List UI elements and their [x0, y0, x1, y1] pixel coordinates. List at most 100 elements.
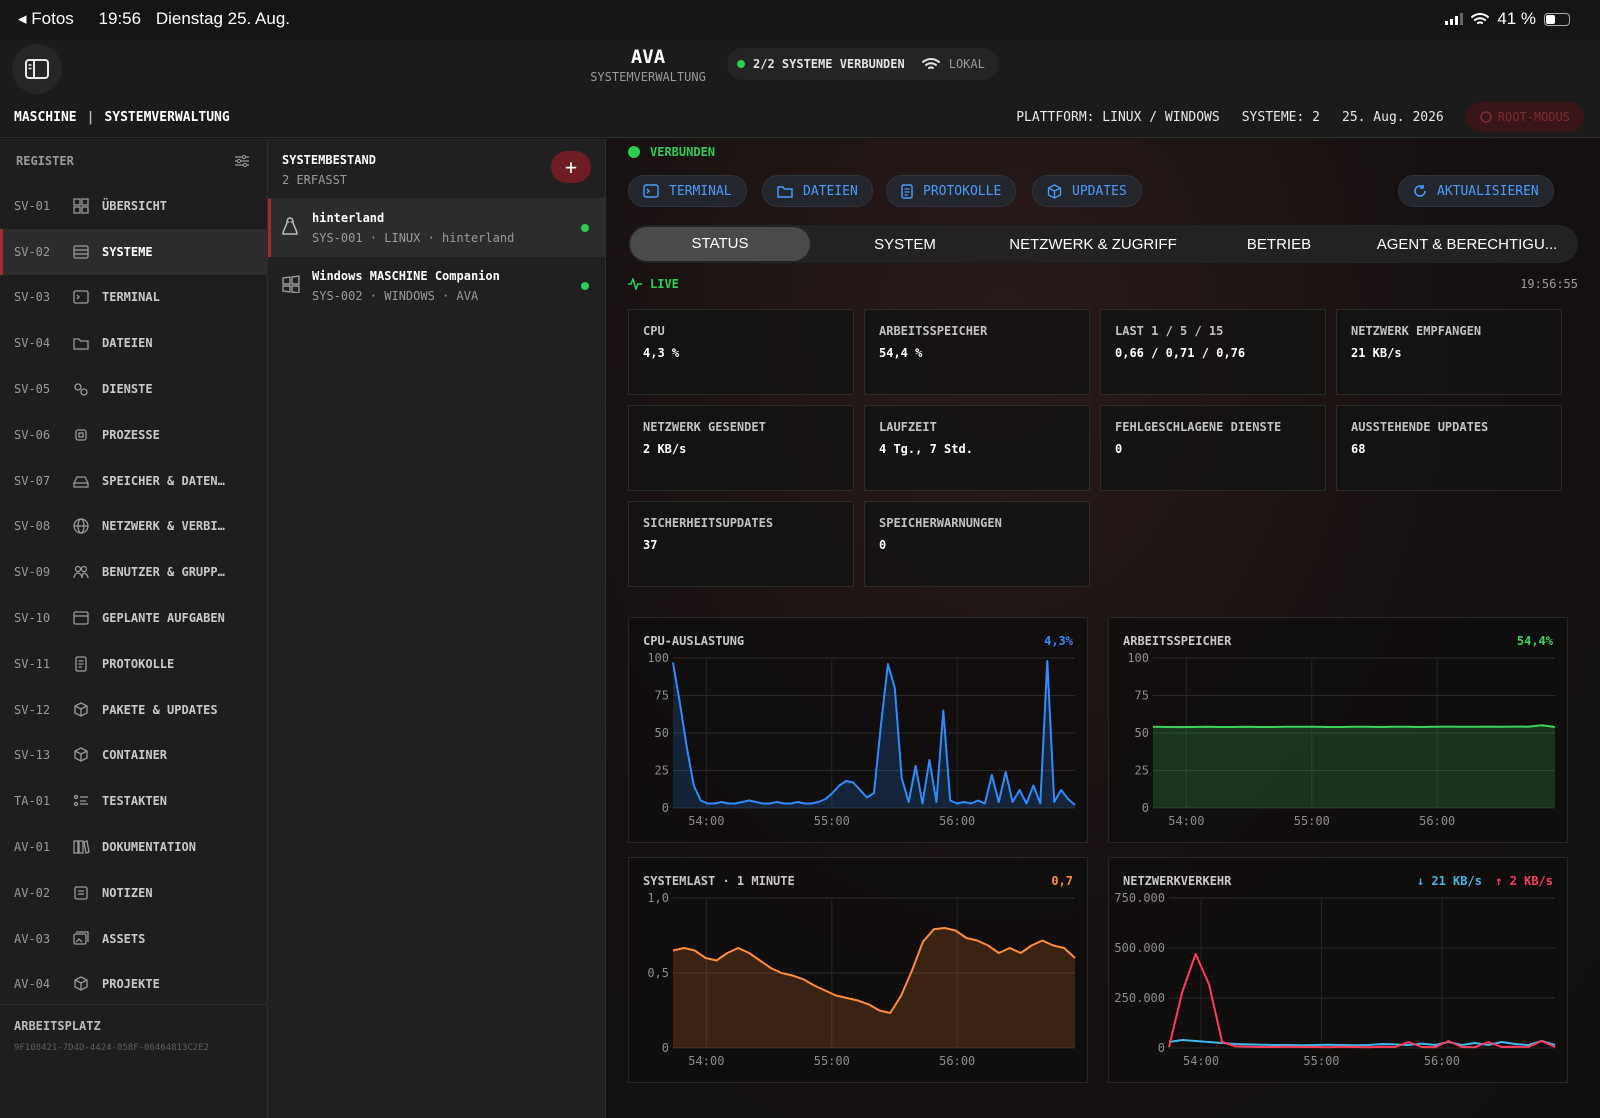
metric-card: ARBEITSSPEICHER 54,4 %	[864, 309, 1090, 395]
x-tick-label: 56:00	[939, 814, 975, 828]
online-dot-icon	[581, 224, 589, 232]
sidebar-item-label: DOKUMENTATION	[102, 840, 196, 855]
x-tick-label: 56:00	[1419, 814, 1455, 828]
tab-operation[interactable]: BETRIEB	[1186, 236, 1372, 253]
folder-icon	[72, 334, 102, 352]
sidebar-item-ta-01[interactable]: TA-01 TESTAKTEN	[0, 778, 267, 824]
breadcrumb-separator: |	[86, 110, 95, 125]
sidebar-item-av-04[interactable]: AV-04 PROJEKTE	[0, 962, 267, 1008]
tab-network-access[interactable]: NETZWERK & ZUGRIFF	[1000, 236, 1186, 253]
sidebar-item-sv-07[interactable]: SV-07 SPEICHER & DATEN…	[0, 458, 267, 504]
sidebar-item-sv-09[interactable]: SV-09 BENUTZER & GRUPP…	[0, 549, 267, 595]
memory-chart-plot: 0 25 50 75 100 54:00 55:00 56:00	[1127, 651, 1556, 828]
linux-icon	[282, 217, 298, 235]
sidebar-item-label: CONTAINER	[102, 748, 168, 763]
sidebar-item-sv-06[interactable]: SV-06 PROZESSE	[0, 412, 267, 458]
metric-value: 0	[879, 538, 887, 552]
systems-title: SYSTEMBESTAND	[282, 153, 376, 167]
last-update-time: 19:56:55	[1520, 277, 1578, 291]
metric-label: NETZWERK EMPFANGEN	[1351, 324, 1482, 338]
systems-header: SYSTEMBESTAND 2 ERFASST +	[268, 139, 605, 199]
sidebar-item-sv-01[interactable]: SV-01 ÜBERSICHT	[0, 183, 267, 229]
sliders-icon[interactable]	[235, 155, 249, 167]
system-detail: VERBUNDEN TERMINAL DATEIEN PROTOKOLLE UP…	[606, 139, 1600, 1118]
network-chart: NETZWERKVERKEHR ↓ 21 KB/s ↑ 2 KB/s 0 250.…	[1108, 857, 1568, 1083]
metric-label: AUSSTEHENDE UPDATES	[1351, 420, 1489, 434]
back-to-photos-link[interactable]: ◂ Fotos	[18, 9, 84, 28]
system-item-windows[interactable]: Windows MASCHINE Companion SYS-002 · WIN…	[268, 257, 605, 315]
series-line	[1168, 953, 1556, 1049]
network-mode: LOKAL	[948, 57, 985, 71]
sidebar-item-sv-04[interactable]: SV-04 DATEIEN	[0, 320, 267, 366]
cpu-icon	[72, 426, 102, 444]
terminal-label: TERMINAL	[669, 183, 732, 199]
terminal-button[interactable]: TERMINAL	[628, 175, 747, 207]
sidebar-item-sv-10[interactable]: SV-10 GEPLANTE AUFGABEN	[0, 595, 267, 641]
system-meta: SYS-001 · LINUX · hinterland	[312, 231, 515, 245]
updates-button[interactable]: UPDATES	[1032, 175, 1142, 207]
tab-system[interactable]: SYSTEM	[810, 236, 1000, 253]
x-tick-label: 56:00	[1424, 1054, 1460, 1068]
x-tick-label: 54:00	[688, 1054, 724, 1068]
app-subtitle: SYSTEMVERWALTUNG	[590, 70, 706, 84]
sidebar-item-code: SV-02	[14, 244, 51, 259]
wifi-icon	[921, 58, 940, 69]
box-icon	[72, 975, 102, 993]
system-item-hinterland[interactable]: hinterland SYS-001 · LINUX · hinterland	[268, 199, 605, 257]
logs-button[interactable]: PROTOKOLLE	[886, 175, 1017, 207]
sidebar-item-code: AV-03	[14, 931, 51, 946]
connection-status: VERBUNDEN	[628, 145, 715, 159]
tab-agent-permissions[interactable]: AGENT & BERECHTIGU...	[1372, 236, 1562, 253]
sidebar-item-code: AV-01	[14, 840, 51, 855]
connected-dot-icon	[628, 146, 640, 158]
cpu-chart-plot: 0 25 50 75 100 54:00 55:00 56:00	[647, 651, 1076, 828]
updates-label: UPDATES	[1072, 183, 1127, 199]
y-tick-label: 50	[655, 726, 669, 740]
cube-icon	[72, 746, 102, 764]
sidebar-item-sv-11[interactable]: SV-11 PROTOKOLLE	[0, 641, 267, 687]
calendar-icon	[72, 609, 102, 627]
x-tick-label: 54:00	[1168, 814, 1204, 828]
add-system-button[interactable]: +	[551, 151, 591, 183]
sidebar-item-sv-12[interactable]: SV-12 PAKETE & UPDATES	[0, 687, 267, 733]
sidebar-item-sv-02[interactable]: SV-02 SYSTEME	[0, 228, 267, 275]
log-icon	[72, 655, 102, 673]
system-name: hinterland	[312, 211, 385, 225]
sidebar-item-sv-03[interactable]: SV-03 TERMINAL	[0, 275, 267, 321]
connection-status-pill[interactable]: 2/2 SYSTEME VERBUNDEN LOKAL	[727, 48, 999, 80]
sidebar-item-av-01[interactable]: AV-01 DOKUMENTATION	[0, 824, 267, 870]
root-mode-button[interactable]: ROOT-MODUS	[1465, 102, 1584, 132]
sidebar-toggle-button[interactable]	[12, 44, 62, 94]
sidebar-item-code: SV-11	[14, 656, 51, 671]
y-tick-label: 100	[647, 651, 669, 665]
y-tick-label: 25	[1135, 764, 1149, 778]
tab-status[interactable]: STATUS	[630, 227, 810, 261]
files-button[interactable]: DATEIEN	[762, 175, 873, 207]
metric-label: SICHERHEITSUPDATES	[643, 516, 774, 530]
sidebar-item-sv-05[interactable]: SV-05 DIENSTE	[0, 366, 267, 412]
breadcrumb-page: SYSTEMVERWALTUNG	[104, 110, 230, 125]
battery-icon	[1544, 12, 1570, 26]
sidebar-item-sv-08[interactable]: SV-08 NETZWERK & VERBI…	[0, 504, 267, 550]
windows-icon	[282, 275, 300, 293]
detail-tabs: STATUS SYSTEM NETZWERK & ZUGRIFF BETRIEB…	[628, 225, 1578, 263]
metric-label: CPU	[643, 324, 665, 338]
sidebar-item-av-03[interactable]: AV-03 ASSETS	[0, 916, 267, 962]
globe-icon	[72, 517, 102, 535]
live-indicator: LIVE	[628, 277, 679, 291]
load-chart: SYSTEMLAST · 1 MINUTE 0,7 0 0,5 1,0 54:00 55…	[628, 857, 1088, 1083]
breadcrumb-root[interactable]: MASCHINE	[14, 110, 77, 125]
sidebar-item-code: AV-02	[14, 885, 51, 900]
sidebar-item-sv-13[interactable]: SV-13 CONTAINER	[0, 733, 267, 779]
y-tick-label: 0	[662, 1041, 669, 1055]
sidebar-icon	[25, 59, 49, 79]
cellular-signal-icon	[1445, 13, 1464, 25]
refresh-button[interactable]: AKTUALISIEREN	[1398, 175, 1554, 207]
sidebar-item-label: TESTAKTEN	[102, 794, 168, 809]
date: Dienstag 25. Aug.	[155, 9, 291, 28]
sidebar-item-av-02[interactable]: AV-02 NOTIZEN	[0, 870, 267, 916]
metric-value: 21 KB/s	[1351, 346, 1402, 360]
systems-count: 2 ERFASST	[282, 173, 348, 187]
metric-label: NETZWERK GESENDET	[643, 420, 766, 434]
sidebar-item-label: SYSTEME	[102, 244, 153, 259]
